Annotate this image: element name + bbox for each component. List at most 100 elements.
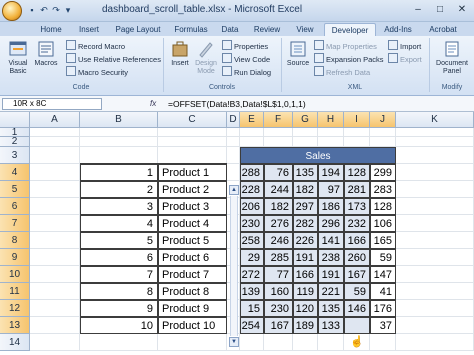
cell[interactable]	[80, 137, 158, 147]
sales-value-cell[interactable]: 59	[370, 249, 396, 266]
cell[interactable]	[227, 164, 240, 181]
redo-icon[interactable]: ↷	[50, 4, 62, 16]
cell[interactable]	[30, 137, 80, 147]
sales-value-cell[interactable]: 135	[318, 300, 344, 317]
column-header-H[interactable]: H	[318, 112, 344, 128]
cell[interactable]	[396, 266, 474, 283]
undo-icon[interactable]: ↶	[38, 4, 50, 16]
row-header-7[interactable]: 7	[0, 215, 30, 232]
cell[interactable]	[264, 137, 293, 147]
macros-button[interactable]: Macros	[34, 40, 58, 68]
item-number-cell[interactable]: 7	[80, 266, 158, 283]
sales-value-cell[interactable]: 182	[264, 198, 293, 215]
sales-value-cell[interactable]: 191	[318, 266, 344, 283]
item-name-cell[interactable]: Product 5	[158, 232, 227, 249]
cell[interactable]	[318, 137, 344, 147]
cell[interactable]	[370, 137, 396, 147]
column-header-G[interactable]: G	[293, 112, 318, 128]
sales-value-cell[interactable]: 182	[293, 181, 318, 198]
sales-value-cell[interactable]: 288	[240, 164, 264, 181]
row-header-2[interactable]: 2	[0, 137, 30, 147]
cell[interactable]	[30, 266, 80, 283]
cell[interactable]	[240, 128, 264, 137]
sales-value-cell[interactable]: 76	[264, 164, 293, 181]
scroll-up-icon[interactable]: ▲	[229, 185, 239, 195]
cell[interactable]	[396, 181, 474, 198]
cell[interactable]	[396, 249, 474, 266]
maximize-button[interactable]: □	[430, 2, 450, 18]
sales-value-cell[interactable]: 276	[264, 215, 293, 232]
tab-acrobat[interactable]: Acrobat	[422, 23, 464, 36]
cell[interactable]	[370, 128, 396, 137]
cell[interactable]	[30, 198, 80, 215]
item-number-cell[interactable]: 9	[80, 300, 158, 317]
cell[interactable]	[30, 232, 80, 249]
cell[interactable]	[30, 283, 80, 300]
row-header-4[interactable]: 4	[0, 164, 30, 181]
sales-value-cell[interactable]: 297	[293, 198, 318, 215]
cell[interactable]	[30, 164, 80, 181]
cell[interactable]	[30, 249, 80, 266]
cell[interactable]	[80, 147, 158, 164]
cell[interactable]	[344, 137, 370, 147]
row-header-9[interactable]: 9	[0, 249, 30, 266]
sales-value-cell[interactable]: 285	[264, 249, 293, 266]
item-number-cell[interactable]: 10	[80, 317, 158, 334]
item-number-cell[interactable]: 1	[80, 164, 158, 181]
close-button[interactable]: ✕	[452, 2, 472, 18]
sales-value-cell[interactable]: 221	[318, 283, 344, 300]
sales-value-cell[interactable]: 206	[240, 198, 264, 215]
item-number-cell[interactable]: 2	[80, 181, 158, 198]
record-macro-button[interactable]: Record Macro	[66, 40, 125, 51]
sales-value-cell[interactable]: 128	[344, 164, 370, 181]
cell[interactable]	[30, 147, 80, 164]
tab-review[interactable]: Review	[248, 23, 286, 36]
tab-developer[interactable]: Developer	[324, 23, 376, 37]
expansion-packs-button[interactable]: Expansion Packs	[314, 53, 384, 64]
sales-value-cell[interactable]: 15	[240, 300, 264, 317]
sales-value-cell[interactable]: 133	[318, 317, 344, 334]
sales-value-cell[interactable]: 232	[344, 215, 370, 232]
cell[interactable]	[30, 128, 80, 137]
scroll-track[interactable]	[230, 196, 238, 336]
cell[interactable]	[80, 334, 158, 351]
cell[interactable]	[158, 147, 227, 164]
import-button[interactable]: Import	[388, 40, 421, 51]
minimize-button[interactable]: –	[408, 2, 428, 18]
cell[interactable]	[158, 334, 227, 351]
sales-value-cell[interactable]: 189	[293, 317, 318, 334]
cell[interactable]	[370, 334, 396, 351]
sales-value-cell[interactable]: 139	[240, 283, 264, 300]
cell[interactable]	[264, 128, 293, 137]
sales-value-cell[interactable]: 299	[370, 164, 396, 181]
save-icon[interactable]: ▪	[26, 4, 38, 16]
map-properties-button[interactable]: Map Properties	[314, 40, 377, 51]
sales-value-cell[interactable]: 296	[318, 215, 344, 232]
item-name-cell[interactable]: Product 4	[158, 215, 227, 232]
sales-value-cell[interactable]: 272	[240, 266, 264, 283]
xml-source-button[interactable]: Source	[286, 40, 310, 68]
cell[interactable]	[293, 334, 318, 351]
cell[interactable]	[396, 137, 474, 147]
item-number-cell[interactable]: 5	[80, 232, 158, 249]
cell[interactable]	[158, 137, 227, 147]
sales-value-cell[interactable]: 186	[318, 198, 344, 215]
cell[interactable]	[240, 334, 264, 351]
tab-view[interactable]: View	[290, 23, 320, 36]
cell[interactable]	[396, 317, 474, 334]
cell[interactable]	[240, 137, 264, 147]
cell[interactable]	[396, 164, 474, 181]
sales-value-cell[interactable]: 230	[264, 300, 293, 317]
sales-value-cell[interactable]: 254	[240, 317, 264, 334]
item-number-cell[interactable]: 8	[80, 283, 158, 300]
cell[interactable]	[318, 334, 344, 351]
sales-value-cell[interactable]: 238	[318, 249, 344, 266]
tab-insert[interactable]: Insert	[72, 23, 106, 36]
cell[interactable]	[158, 128, 227, 137]
row-header-3[interactable]: 3	[0, 147, 30, 164]
item-name-cell[interactable]: Product 7	[158, 266, 227, 283]
cell[interactable]	[30, 317, 80, 334]
row-header-5[interactable]: 5	[0, 181, 30, 198]
cell[interactable]	[227, 137, 240, 147]
export-button[interactable]: Export	[388, 53, 422, 64]
